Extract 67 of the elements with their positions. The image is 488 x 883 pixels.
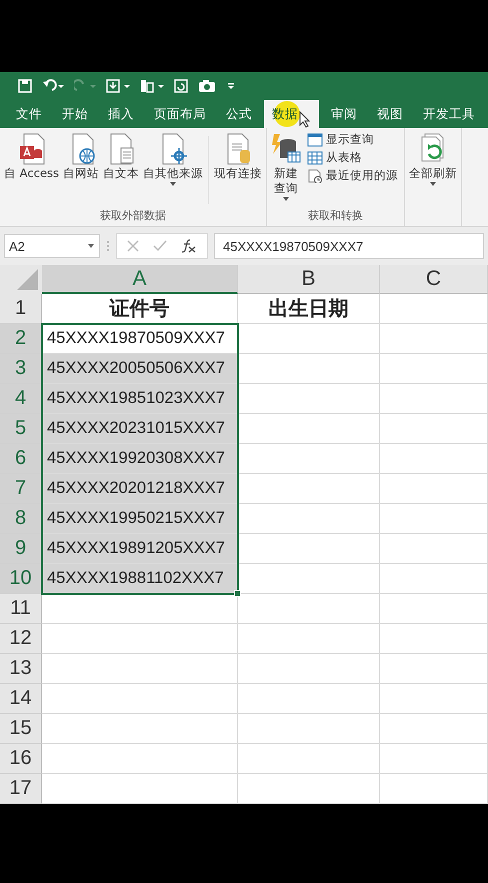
ribbon-tab[interactable]: 插入 [100, 100, 142, 128]
ribbon-button[interactable]: 自 Access [2, 132, 62, 208]
table-cell: 45XXXX19950215XXX7 [42, 504, 238, 534]
column-header[interactable]: B [238, 265, 380, 294]
table-cell: 45XXXX20231015XXX7 [42, 414, 238, 444]
table-cell: 出生日期 [238, 294, 380, 324]
ribbon-tab[interactable]: 公式 [218, 100, 260, 128]
ribbon-tab[interactable]: 审阅 [323, 100, 365, 128]
ribbon-button[interactable]: 新建查询 [269, 132, 304, 208]
row-header[interactable]: 13 [0, 654, 42, 684]
row-header[interactable]: 11 [0, 594, 42, 624]
ribbon-tab[interactable]: 视图 [369, 100, 411, 128]
row-header[interactable]: 7 [0, 474, 42, 504]
ribbon-tab[interactable]: 开发工具 [415, 100, 483, 128]
ribbon-button[interactable]: 最近使用的源 [307, 168, 398, 183]
camera-icon[interactable] [198, 79, 216, 93]
ribbon-tab[interactable]: 文件 [8, 100, 50, 128]
row-header[interactable]: 10 [0, 564, 42, 594]
table-icon [307, 150, 324, 164]
caret-icon [87, 243, 95, 249]
ribbon-button[interactable]: 全部刷新 [407, 132, 460, 226]
ribbon-button[interactable]: 显示查询 [307, 132, 398, 147]
import-icon[interactable] [106, 79, 130, 93]
ribbon-tab[interactable]: 页面布局 [146, 100, 214, 128]
table-cell: 45XXXX19891205XXX7 [42, 534, 238, 564]
ribbon-button[interactable]: 自网站 [61, 132, 102, 208]
row-header[interactable]: 1 [0, 294, 42, 324]
row-header[interactable]: 2 [0, 324, 42, 354]
table-cell: 45XXXX19881102XXX7 [42, 564, 238, 594]
group-label: 获取和转换 [307, 208, 364, 224]
table-cell: 45XXXX19851023XXX7 [42, 384, 238, 414]
row-header[interactable]: 8 [0, 504, 42, 534]
window-icon [307, 132, 324, 146]
column-header[interactable]: C [380, 265, 488, 294]
row-header[interactable]: 3 [0, 354, 42, 384]
group-label: 获取外部数据 [99, 208, 168, 224]
ribbon-button[interactable]: 自文本 [101, 132, 142, 208]
row-header[interactable]: 5 [0, 414, 42, 444]
formula-field[interactable]: 45XXXX19870509XXX7 [214, 233, 484, 259]
refresh-sheet-icon[interactable] [174, 79, 188, 93]
table-cell: 45XXXX19920308XXX7 [42, 444, 238, 474]
row-header[interactable]: 6 [0, 444, 42, 474]
name-box[interactable]: A2 [4, 234, 100, 258]
row-header[interactable]: 14 [0, 684, 42, 714]
column-header[interactable]: A [42, 265, 238, 294]
undo-icon[interactable] [42, 79, 64, 93]
row-header[interactable]: 4 [0, 384, 42, 414]
format-icon[interactable] [140, 79, 164, 93]
table-cell: 证件号 [42, 294, 238, 324]
table-cell: 45XXXX20201218XXX7 [42, 474, 238, 504]
selection-outline[interactable] [41, 323, 239, 595]
fill-handle[interactable] [234, 590, 241, 597]
ribbon-button[interactable]: 从表格 [307, 150, 398, 165]
save-icon[interactable] [18, 79, 32, 93]
ribbon-button[interactable]: 自其他来源 [141, 132, 206, 208]
insert-function-icon[interactable] [181, 239, 197, 253]
table-cell: 45XXXX20050506XXX7 [42, 354, 238, 384]
row-header[interactable]: 9 [0, 534, 42, 564]
clock-document-icon [307, 168, 324, 182]
row-header[interactable]: 16 [0, 744, 42, 774]
row-header[interactable]: 12 [0, 624, 42, 654]
ribbon-button[interactable]: 现有连接 [212, 132, 264, 208]
row-header[interactable]: 17 [0, 774, 42, 804]
ribbon-tab[interactable]: 开始 [54, 100, 96, 128]
row-header[interactable]: 15 [0, 714, 42, 744]
customize-icon[interactable] [226, 81, 236, 91]
grip-icon [106, 239, 110, 253]
